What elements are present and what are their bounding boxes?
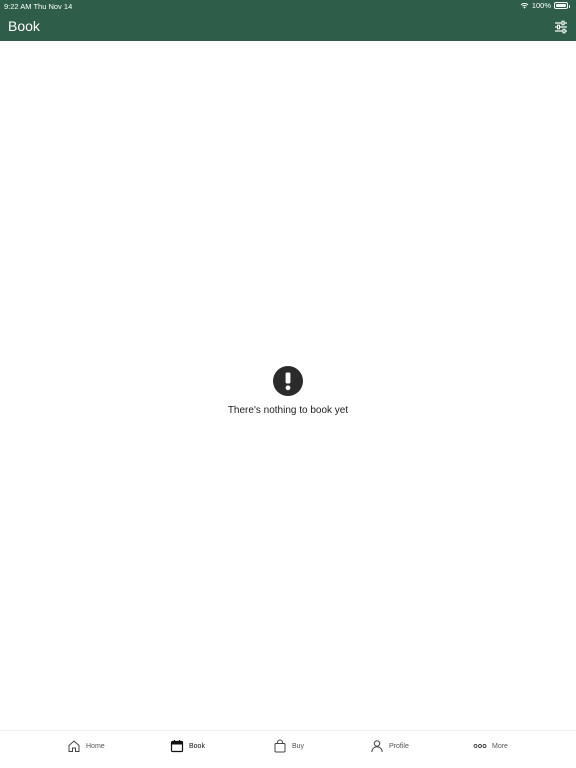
status-bar: 9:22 AM Thu Nov 14 100% xyxy=(0,0,576,12)
battery-percent: 100% xyxy=(531,1,551,10)
tab-label: Buy xyxy=(292,742,305,750)
tab-label: Home xyxy=(86,742,105,750)
shopping-bag-icon xyxy=(274,739,286,753)
empty-message: There's nothing to book yet xyxy=(227,405,349,416)
person-icon xyxy=(371,740,383,753)
tab-label: Book xyxy=(189,742,205,750)
wifi-icon xyxy=(520,2,529,9)
tab-home[interactable]: Home xyxy=(67,739,105,753)
tab-label: Profile xyxy=(389,742,409,750)
status-indicators: 100% xyxy=(520,1,570,10)
tab-book[interactable]: Book xyxy=(170,739,205,753)
tab-profile[interactable]: Profile xyxy=(370,739,409,753)
tab-buy[interactable]: Buy xyxy=(273,739,304,753)
calendar-icon xyxy=(170,740,184,753)
more-dots-icon xyxy=(473,744,487,748)
battery-level xyxy=(556,4,566,7)
tab-label: More xyxy=(492,742,508,750)
empty-state: There's nothing to book yet xyxy=(0,366,576,416)
page-title: Book xyxy=(8,18,40,34)
tab-bar: Home Book Buy Profile More xyxy=(0,730,576,768)
exclamation-circle-icon xyxy=(273,366,303,396)
sliders-icon[interactable] xyxy=(554,20,568,34)
status-time: 9:22 AM Thu Nov 14 xyxy=(4,2,73,11)
top-bar: 9:22 AM Thu Nov 14 100% Book xyxy=(0,0,576,41)
tab-more[interactable]: More xyxy=(473,739,508,753)
home-icon xyxy=(68,740,80,752)
battery-icon xyxy=(554,2,570,9)
